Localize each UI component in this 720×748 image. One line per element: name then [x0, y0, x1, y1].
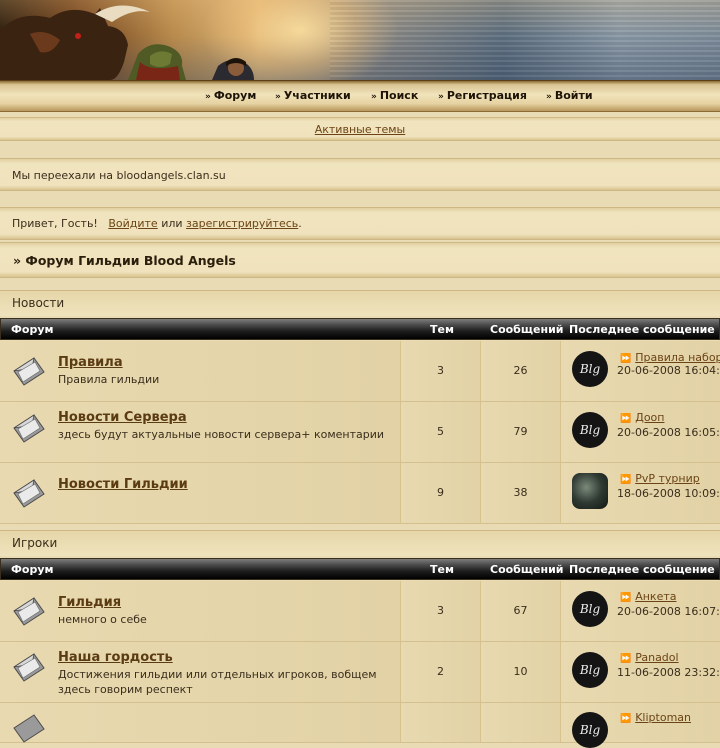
topics-count: 3	[437, 364, 444, 377]
forum-link-guild[interactable]: Гильдия	[58, 595, 121, 610]
forum-description: немного о себе	[58, 613, 147, 626]
last-post-date: 20-06-2008 16:04:	[617, 364, 720, 377]
forum-link-server-news[interactable]: Новости Сервера	[58, 410, 187, 425]
go-to-post-icon[interactable]: ⏩	[620, 475, 631, 485]
header-last-post: Последнее сообщение	[569, 323, 715, 336]
nav-login-link[interactable]: » Войти	[546, 89, 593, 102]
header-posts: Сообщений	[490, 323, 564, 336]
banner-characters-art	[0, 5, 254, 80]
last-post-link[interactable]: Правила набор	[635, 351, 720, 364]
header-forum: Форум	[11, 563, 54, 576]
topics-count: 9	[437, 486, 444, 499]
forum-row-guild: Гильдия немного о себе 3 67 Blg ⏩ Анкета …	[0, 581, 720, 642]
forum-description: Достижения гильдии или отдельных игроков…	[58, 668, 377, 696]
category-news-table-header: Форум Тем Сообщений Последнее сообщение	[0, 318, 720, 340]
last-post-date: 20-06-2008 16:05:	[617, 426, 720, 439]
login-link[interactable]: Войдите	[108, 217, 157, 230]
topics-count: 3	[437, 604, 444, 617]
topics-count: 2	[437, 665, 444, 678]
forum-link-rules[interactable]: Правила	[58, 355, 123, 370]
posts-count: 10	[513, 665, 528, 678]
double-chevron-icon: »	[438, 92, 444, 102]
double-chevron-icon: »	[275, 92, 281, 102]
posts-count: 67	[513, 604, 528, 617]
greeting-end: .	[298, 217, 302, 230]
active-topics-bar: Активные темы	[0, 117, 720, 141]
posts-count: 26	[513, 364, 528, 377]
forum-row-server-news: Новости Сервера здесь будут актуальные н…	[0, 402, 720, 463]
forum-link-our-pride[interactable]: Наша гордость	[58, 650, 173, 665]
announcement-box: Мы переехали на bloodangels.clan.su	[0, 158, 720, 191]
last-post-link[interactable]: Доoп	[635, 411, 664, 424]
go-to-post-icon[interactable]: ⏩	[620, 593, 631, 603]
posts-count: 79	[513, 425, 528, 438]
last-post-link[interactable]: Анкета	[635, 590, 676, 603]
last-post-link[interactable]: PvP турнир	[635, 472, 700, 485]
go-to-post-icon[interactable]: ⏩	[620, 414, 631, 424]
topics-count: 5	[437, 425, 444, 438]
forum-description: здесь будут актуальные новости сервера+ …	[58, 428, 385, 441]
avatar[interactable]: Blg	[572, 412, 608, 448]
avatar[interactable]: Blg	[572, 712, 608, 748]
posts-count: 38	[513, 486, 528, 499]
category-players-table-header: Форум Тем Сообщений Последнее сообщение	[0, 558, 720, 580]
forum-title-bar: » Форум Гильдии Blood Angels	[0, 242, 720, 278]
last-post-date: 11-06-2008 23:32:	[617, 666, 720, 679]
category-players-label: Игроки	[0, 530, 720, 556]
greeting-text: Привет, Гость!	[12, 217, 98, 230]
header-posts: Сообщений	[490, 563, 564, 576]
forum-description: Правила гильдии	[58, 373, 160, 386]
envelope-icon	[13, 653, 45, 682]
last-post-date: 20-06-2008 16:07:	[617, 605, 720, 618]
avatar[interactable]: Blg	[572, 591, 608, 627]
header-topics: Тем	[430, 563, 454, 576]
envelope-icon	[13, 414, 45, 443]
announcement-text: Мы переехали на bloodangels.clan.su	[12, 169, 226, 182]
envelope-icon	[13, 357, 45, 386]
banner-texture	[330, 0, 720, 80]
last-post-date: 18-06-2008 10:09:	[617, 487, 720, 500]
nav-members-link[interactable]: » Участники	[275, 89, 351, 102]
nav-forum-link[interactable]: » Форум	[205, 89, 256, 102]
go-to-post-icon[interactable]: ⏩	[620, 714, 631, 724]
forum-link-guild-news[interactable]: Новости Гильдии	[58, 477, 188, 492]
forum-row-our-pride: Наша гордость Достижения гильдии или отд…	[0, 642, 720, 703]
page-title: » Форум Гильдии Blood Angels	[13, 253, 236, 268]
double-chevron-icon: »	[546, 92, 552, 102]
register-link[interactable]: зарегистрируйтесь	[186, 217, 298, 230]
greeting-or-text: или	[161, 217, 183, 230]
avatar[interactable]: Blg	[572, 351, 608, 387]
envelope-icon	[13, 479, 45, 508]
envelope-icon	[13, 714, 45, 743]
forum-row-partial: Blg ⏩ Kliptoman	[0, 703, 720, 748]
envelope-icon	[13, 597, 45, 626]
header-banner	[0, 0, 720, 80]
double-chevron-icon: »	[205, 92, 211, 102]
nav-search-link[interactable]: » Поиск	[371, 89, 418, 102]
active-topics-link[interactable]: Активные темы	[315, 123, 406, 136]
double-chevron-icon: »	[371, 92, 377, 102]
header-last-post: Последнее сообщение	[569, 563, 715, 576]
forum-row-rules: Правила Правила гильдии 3 26 Blg ⏩ Правил…	[0, 341, 720, 402]
last-post-link[interactable]: Kliptoman	[635, 711, 691, 724]
forum-row-guild-news: Новости Гильдии 9 38 ⏩ PvP турнир 18-06-2…	[0, 463, 720, 524]
header-forum: Форум	[11, 323, 54, 336]
header-topics: Тем	[430, 323, 454, 336]
guest-greeting-box: Привет, Гость! Войдите или зарегистрируй…	[0, 207, 720, 240]
avatar[interactable]	[572, 473, 608, 509]
nav-register-link[interactable]: » Регистрация	[438, 89, 527, 102]
category-news-label: Новости	[0, 290, 720, 316]
last-post-link[interactable]: Panadol	[635, 651, 678, 664]
main-nav-bar: » Форум » Участники » Поиск » Регистрация » В…	[0, 80, 720, 112]
avatar[interactable]: Blg	[572, 652, 608, 688]
go-to-post-icon[interactable]: ⏩	[620, 654, 631, 664]
go-to-post-icon[interactable]: ⏩	[620, 354, 631, 364]
